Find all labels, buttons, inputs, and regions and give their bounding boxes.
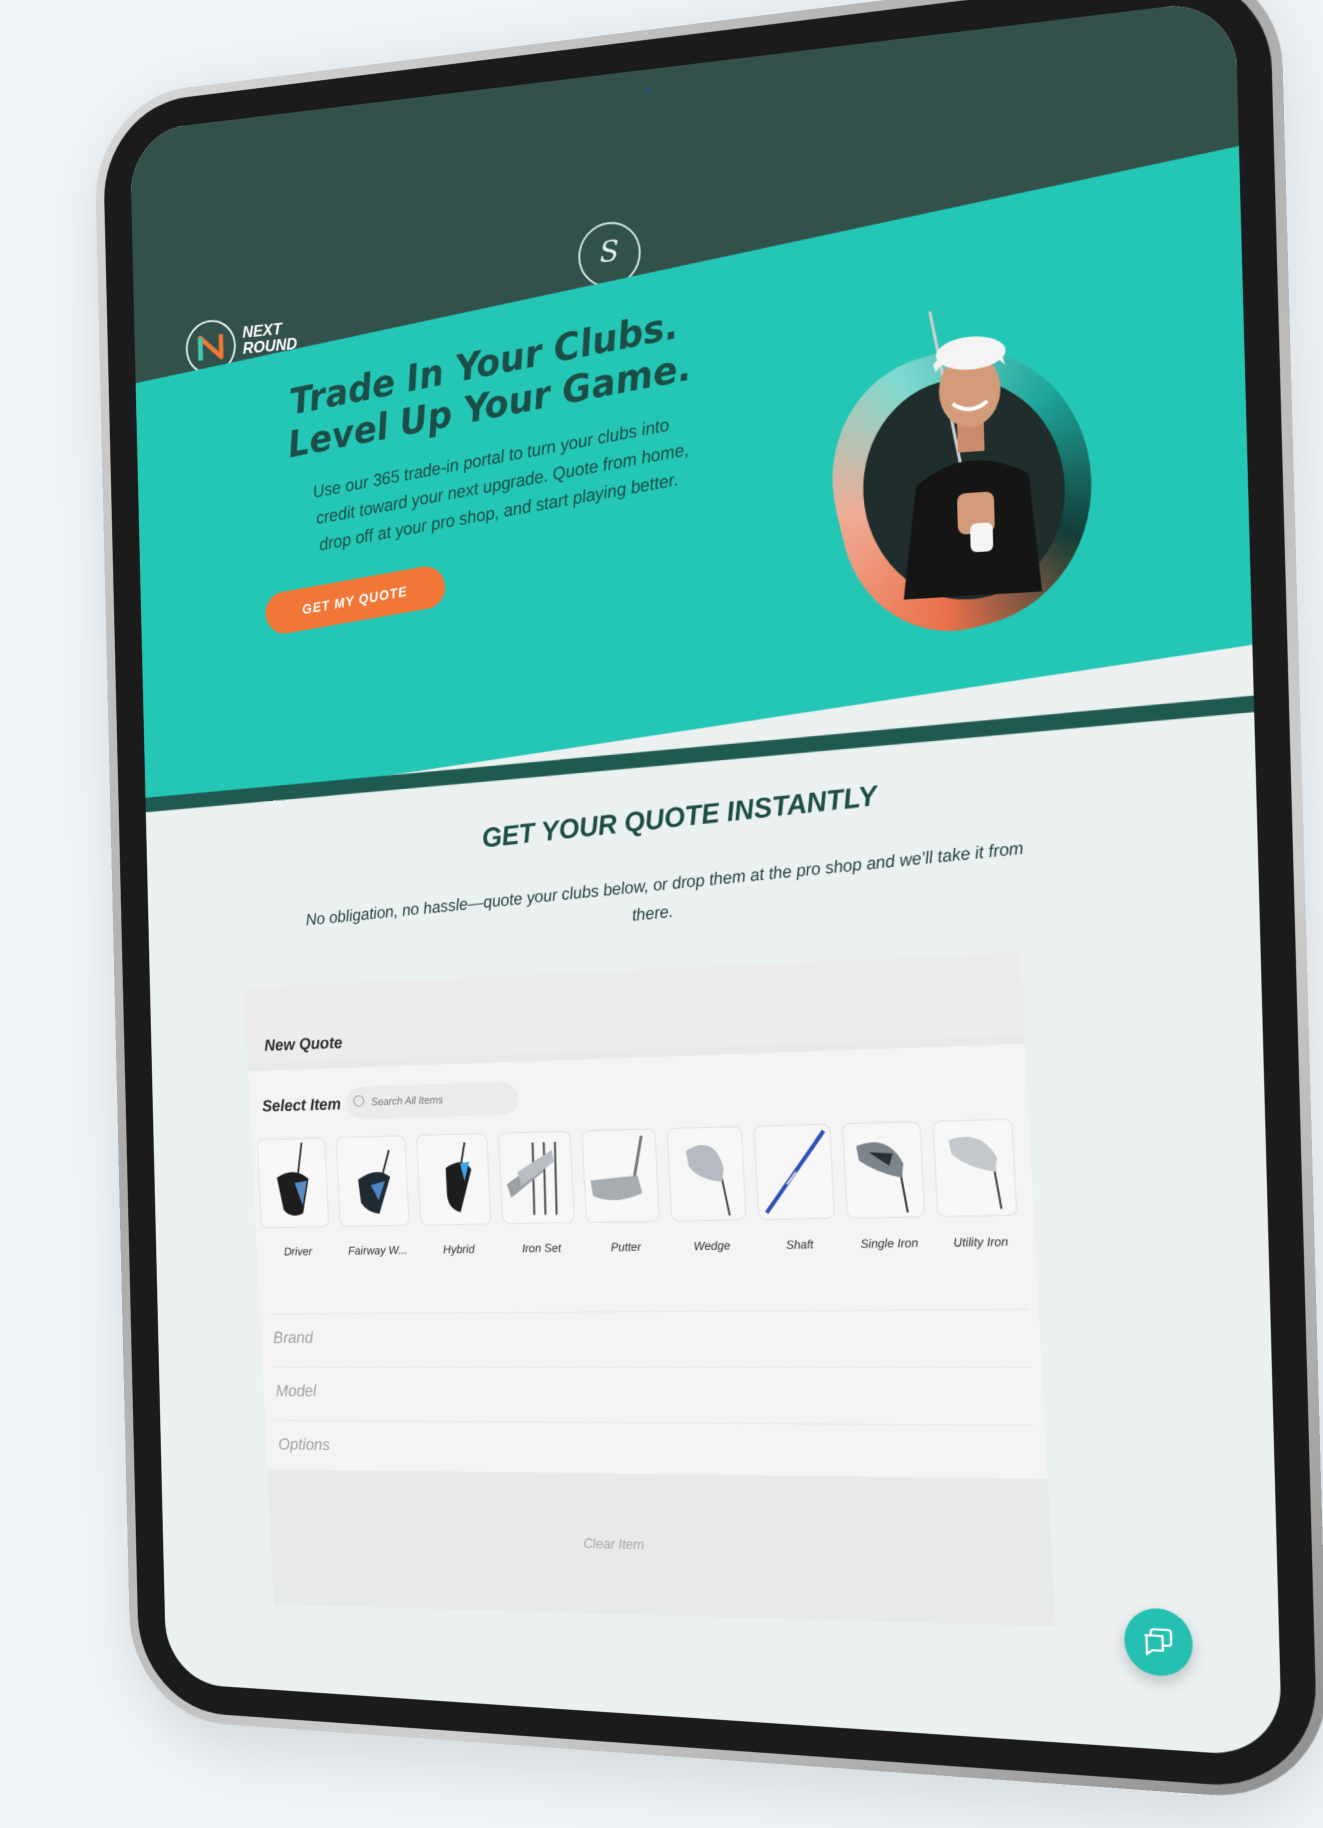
shaft-icon — [753, 1124, 835, 1220]
scene: NEXT ROUND S Trade In Your Clubs. Level … — [0, 0, 1323, 1828]
fairway-wood-icon — [335, 1135, 410, 1227]
select-item-label: Select Item — [261, 1094, 342, 1116]
wedge-icon — [666, 1126, 747, 1222]
iron-set-icon — [497, 1130, 575, 1225]
tablet-device: NEXT ROUND S Trade In Your Clubs. Level … — [93, 0, 1323, 1804]
quote-title: GET YOUR QUOTE INSTANTLY — [480, 779, 879, 854]
item-label: Utility Iron — [952, 1234, 1009, 1250]
item-label: Wedge — [693, 1238, 731, 1254]
item-iron-set[interactable]: Iron Set — [497, 1130, 581, 1279]
item-label: Putter — [610, 1239, 642, 1255]
item-utility-iron[interactable]: Utility Iron — [932, 1118, 1024, 1275]
golfer-image — [900, 280, 1043, 600]
tablet-screen: NEXT ROUND S Trade In Your Clubs. Level … — [129, 0, 1283, 1758]
item-grid: Driver Fairway W... Hybrid Iron Set Putt… — [252, 1118, 1037, 1281]
divider — [273, 1419, 1035, 1426]
putter-icon — [581, 1128, 660, 1223]
item-hybrid[interactable]: Hybrid — [415, 1132, 498, 1280]
search-input[interactable] — [345, 1081, 520, 1120]
item-label: Driver — [283, 1244, 313, 1259]
chat-icon — [1141, 1624, 1176, 1660]
quote-subtitle: No obligation, no hassle—quote your club… — [305, 838, 1025, 930]
utility-iron-icon — [932, 1118, 1018, 1218]
brand-field[interactable]: Brand — [273, 1329, 314, 1348]
item-shaft[interactable]: Shaft — [753, 1124, 841, 1277]
panel-title: New Quote — [263, 1033, 343, 1055]
divider — [271, 1366, 1032, 1368]
item-label: Single Iron — [860, 1235, 919, 1251]
item-label: Shaft — [785, 1237, 814, 1252]
single-iron-icon — [842, 1121, 926, 1219]
golfer-portrait — [808, 276, 1122, 656]
item-wedge[interactable]: Wedge — [666, 1126, 754, 1277]
driver-icon — [256, 1137, 330, 1229]
item-label: Iron Set — [521, 1240, 562, 1256]
chat-button[interactable] — [1123, 1606, 1194, 1678]
quote-panel: New Quote Select Item Driver — [244, 952, 1056, 1627]
item-fairway-wood[interactable]: Fairway W... — [335, 1135, 416, 1280]
item-label: Fairway W... — [347, 1243, 408, 1258]
options-field[interactable]: Options — [278, 1435, 330, 1455]
model-field[interactable]: Model — [275, 1382, 317, 1401]
clear-item-button[interactable]: Clear Item — [577, 1534, 650, 1553]
item-single-iron[interactable]: Single Iron — [842, 1121, 932, 1275]
panel-body: Select Item Driver — [248, 1043, 1048, 1479]
item-putter[interactable]: Putter — [581, 1128, 666, 1278]
divider — [268, 1308, 1029, 1315]
item-label: Hybrid — [442, 1242, 475, 1257]
hybrid-icon — [415, 1132, 492, 1226]
item-driver[interactable]: Driver — [256, 1137, 336, 1281]
